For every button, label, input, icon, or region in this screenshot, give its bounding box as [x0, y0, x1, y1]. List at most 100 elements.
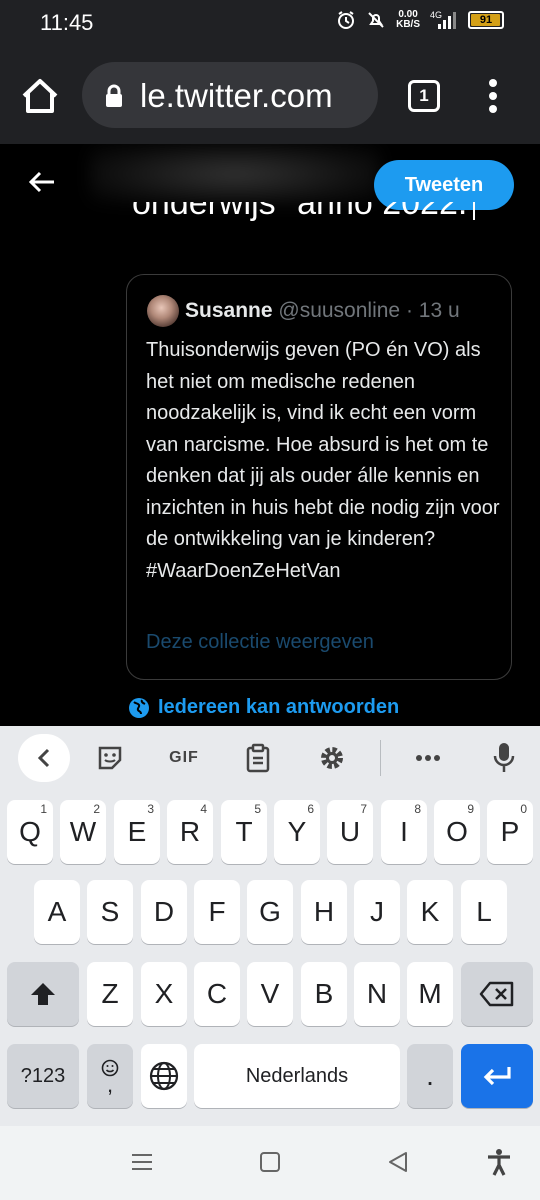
- key-m[interactable]: M: [407, 962, 453, 1026]
- key-j[interactable]: J: [354, 880, 400, 944]
- speed-unit: KB/S: [396, 19, 420, 30]
- key-x[interactable]: X: [141, 962, 187, 1026]
- reply-setting-label: Iedereen kan antwoorden: [158, 696, 400, 718]
- accessibility-button[interactable]: [486, 1148, 512, 1181]
- key-hint: 4: [200, 802, 207, 816]
- back-nav-button[interactable]: [386, 1150, 410, 1179]
- menu-lines-icon: [132, 1154, 152, 1170]
- voice-input-button[interactable]: [482, 738, 526, 778]
- emoji-comma-key[interactable]: ,: [87, 1044, 133, 1108]
- language-key[interactable]: [141, 1044, 187, 1108]
- status-bar: 11:45 0.00 KB/S 4G 91: [0, 0, 540, 48]
- more-vert-icon: [489, 79, 497, 113]
- key-l[interactable]: L: [461, 880, 507, 944]
- key-b[interactable]: B: [301, 962, 347, 1026]
- key-r[interactable]: R4: [167, 800, 213, 864]
- key-n[interactable]: N: [354, 962, 400, 1026]
- key-q[interactable]: Q1: [7, 800, 53, 864]
- period-key[interactable]: .: [407, 1044, 453, 1108]
- shift-icon: [31, 983, 55, 1005]
- status-icons: 0.00 KB/S 4G 91: [336, 10, 504, 30]
- key-label: O: [446, 816, 468, 847]
- keyboard-toolbar: GIF: [0, 726, 540, 790]
- alarm-icon: [336, 10, 356, 30]
- key-label: I: [400, 816, 408, 847]
- space-bar[interactable]: Nederlands: [194, 1044, 400, 1108]
- system-nav-bar: [0, 1126, 540, 1200]
- key-w[interactable]: W2: [60, 800, 106, 864]
- battery-icon: 91: [468, 11, 504, 29]
- key-o[interactable]: O9: [434, 800, 480, 864]
- network-type: 4G: [430, 10, 442, 20]
- key-k[interactable]: K: [407, 880, 453, 944]
- key-s[interactable]: S: [87, 880, 133, 944]
- globe-icon: [149, 1061, 179, 1091]
- compose-text-partial[interactable]: onderwijs" anno 2022.: [132, 202, 476, 236]
- key-hint: 1: [40, 802, 47, 816]
- network-speed: 0.00 KB/S: [396, 10, 420, 30]
- key-hint: 2: [93, 802, 100, 816]
- key-h[interactable]: H: [301, 880, 347, 944]
- key-z[interactable]: Z: [87, 962, 133, 1026]
- accessibility-icon: [488, 1149, 510, 1176]
- key-e[interactable]: E3: [114, 800, 160, 864]
- home-nav-button[interactable]: [258, 1150, 282, 1179]
- view-collection-link[interactable]: Deze collectie weergeven: [146, 631, 374, 654]
- key-v[interactable]: V: [247, 962, 293, 1026]
- key-label: U: [339, 816, 361, 847]
- soft-keyboard: GIF Q1 W2 E3 R4 T5 Y6 U7 I8 O9 P0 A S D …: [0, 726, 540, 1126]
- url-text: le.twitter.com: [140, 77, 333, 114]
- blurred-header: [90, 144, 380, 204]
- backspace-key[interactable]: [461, 962, 533, 1026]
- key-y[interactable]: Y6: [274, 800, 320, 864]
- enter-key[interactable]: [461, 1044, 533, 1108]
- key-g[interactable]: G: [247, 880, 293, 944]
- more-horiz-icon: [416, 755, 440, 761]
- avatar: [147, 295, 179, 327]
- settings-button[interactable]: [310, 738, 354, 778]
- reply-setting[interactable]: Iedereen kan antwoorden: [128, 696, 399, 719]
- key-u[interactable]: U7: [327, 800, 373, 864]
- microphone-icon: [493, 743, 515, 772]
- key-i[interactable]: I8: [381, 800, 427, 864]
- status-time: 11:45: [40, 10, 94, 35]
- more-options-button[interactable]: [406, 738, 450, 778]
- tab-switcher-button[interactable]: 1: [408, 80, 440, 112]
- recents-button[interactable]: [130, 1150, 154, 1179]
- key-d[interactable]: D: [141, 880, 187, 944]
- symbols-key[interactable]: ?123: [7, 1044, 79, 1108]
- clipboard-button[interactable]: [236, 738, 280, 778]
- home-button[interactable]: [18, 76, 62, 116]
- quoted-tweet-body: Thuisonderwijs geven (PO én VO) als het …: [146, 339, 500, 582]
- key-p[interactable]: P0: [487, 800, 533, 864]
- key-label: T: [235, 816, 253, 847]
- back-button[interactable]: [28, 170, 56, 199]
- key-hint: 3: [147, 802, 154, 816]
- key-t[interactable]: T5: [221, 800, 267, 864]
- sticker-button[interactable]: [88, 738, 132, 778]
- address-bar[interactable]: le.twitter.com: [82, 62, 378, 128]
- gif-label: GIF: [169, 749, 199, 766]
- key-c[interactable]: C: [194, 962, 240, 1026]
- author-handle: @suusonline: [278, 299, 401, 322]
- tweet-compose: Tweeten onderwijs" anno 2022. Susanne @s…: [0, 144, 540, 726]
- separator: ·: [405, 299, 413, 322]
- gif-button[interactable]: GIF: [162, 738, 206, 778]
- key-hint: 5: [254, 802, 261, 816]
- gear-icon: [321, 747, 343, 769]
- quoted-tweet-header: Susanne @suusonline · 13 u: [185, 299, 460, 323]
- keyboard-collapse-button[interactable]: [18, 734, 70, 782]
- key-a[interactable]: A: [34, 880, 80, 944]
- more-menu-button[interactable]: [488, 78, 498, 114]
- quoted-tweet[interactable]: Susanne @suusonline · 13 u Thuisonderwij…: [126, 274, 512, 680]
- clipboard-icon: [246, 743, 270, 773]
- sticker-icon: [98, 746, 122, 770]
- key-label: P: [500, 816, 520, 847]
- key-f[interactable]: F: [194, 880, 240, 944]
- shift-key[interactable]: [7, 962, 79, 1026]
- key-label: E: [127, 816, 147, 847]
- backspace-icon: [479, 981, 514, 1007]
- signal-icon: 4G: [430, 10, 458, 30]
- globe-icon: [129, 697, 149, 718]
- key-label: Q: [19, 816, 41, 847]
